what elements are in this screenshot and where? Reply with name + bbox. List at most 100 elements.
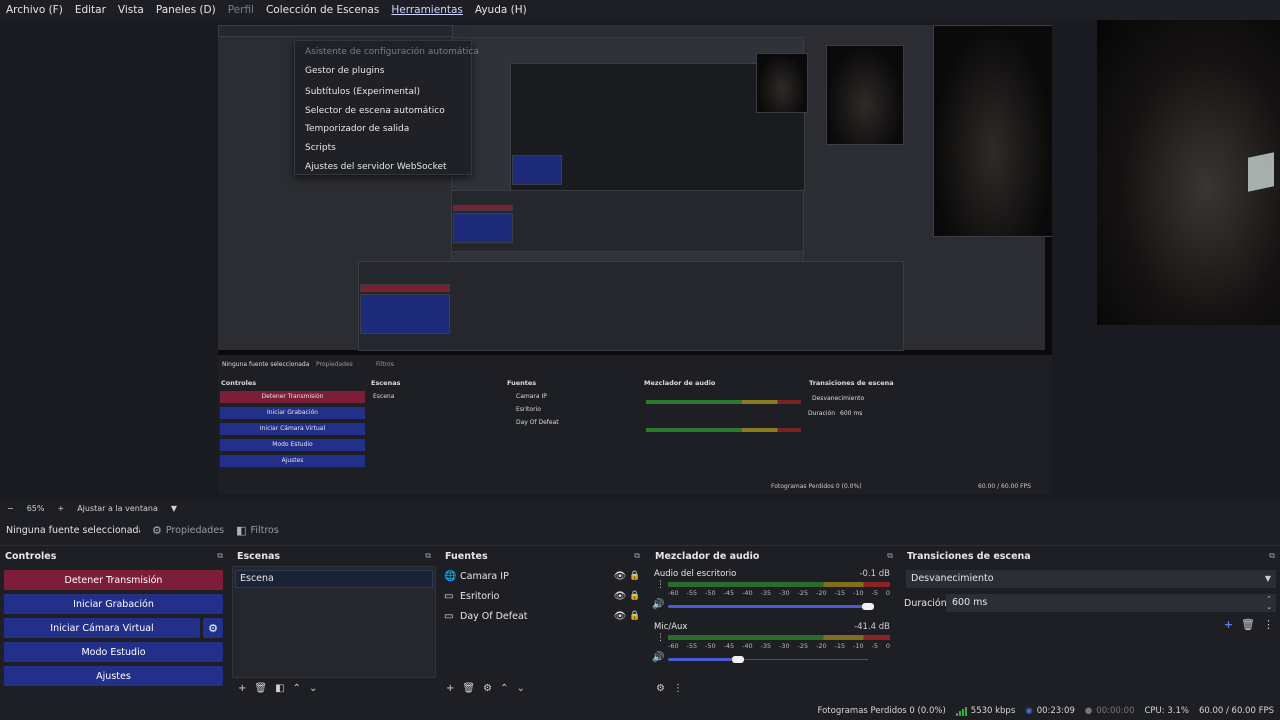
- source-name: Day Of Defeat: [460, 610, 528, 622]
- tick: -10: [853, 642, 864, 650]
- move-up-icon[interactable]: ⌃: [293, 683, 301, 694]
- menu-output-timer[interactable]: Temporizador de salida: [295, 120, 471, 139]
- nested-transition-select: Desvanecimiento: [812, 395, 865, 402]
- scene-item[interactable]: Escena: [235, 570, 433, 588]
- remove-transition-icon[interactable]: 🗑: [1241, 618, 1255, 631]
- studio-mode-button[interactable]: Modo Estudio: [4, 642, 223, 662]
- undock-icon[interactable]: ⧉: [425, 551, 431, 561]
- nested-blue-thumb: [453, 213, 513, 243]
- move-down-icon[interactable]: ⌄: [516, 683, 524, 694]
- virtual-cam-settings-button[interactable]: ⚙: [203, 618, 223, 638]
- menu-plugin-manager[interactable]: Gestor de plugins: [295, 62, 471, 81]
- menu-archivo[interactable]: Archivo (F): [0, 0, 69, 20]
- move-down-icon[interactable]: ⌄: [309, 683, 317, 694]
- duration-value: 600 ms: [952, 597, 988, 608]
- fader-knob[interactable]: [862, 603, 874, 610]
- menu-paneles[interactable]: Paneles (D): [150, 0, 222, 20]
- scenes-list[interactable]: Escena: [232, 566, 436, 678]
- add-transition-icon[interactable]: +: [1224, 618, 1233, 631]
- transition-select[interactable]: Desvanecimiento ▼: [906, 570, 1276, 588]
- start-record-button[interactable]: Iniciar Grabación: [4, 594, 223, 614]
- speaker-icon[interactable]: 🔊: [652, 652, 664, 663]
- start-virtual-cam-button[interactable]: Iniciar Cámara Virtual: [4, 618, 200, 638]
- nested-stop-stream: Detener Transmisión: [220, 391, 365, 403]
- nested-scene-item: Escena: [373, 393, 395, 400]
- visibility-eye-icon[interactable]: 👁: [611, 611, 629, 622]
- source-name: Esritorio: [460, 590, 500, 602]
- transition-actions: + 🗑 ⋮: [1224, 618, 1274, 631]
- properties-button[interactable]: ⚙ Propiedades: [152, 524, 224, 537]
- remove-scene-icon[interactable]: 🗑: [254, 683, 267, 694]
- menu-scene-switcher[interactable]: Selector de escena automático: [295, 102, 471, 121]
- nested-settings: Ajustes: [220, 455, 365, 467]
- menu-websocket-settings[interactable]: Ajustes del servidor WebSocket: [295, 158, 471, 177]
- nested-sources-title: Fuentes: [507, 379, 537, 387]
- menu-captions[interactable]: Subtítulos (Experimental): [295, 83, 471, 102]
- nested-red-thumb: [453, 205, 513, 211]
- menu-auto-config-wizard[interactable]: Asistente de configuración automática: [295, 43, 479, 62]
- lock-icon[interactable]: 🔒: [629, 571, 641, 581]
- menu-perfil[interactable]: Perfil: [222, 0, 260, 20]
- remove-source-icon[interactable]: 🗑: [462, 683, 475, 694]
- nested-status-dropped: Fotogramas Perdidos 0 (0.0%): [771, 483, 862, 490]
- move-up-icon[interactable]: ⌃: [500, 683, 508, 694]
- zoom-out-button[interactable]: −: [7, 504, 14, 513]
- source-row[interactable]: ▭ Esritorio 👁 🔒: [444, 588, 641, 604]
- undock-icon[interactable]: ⧉: [887, 551, 893, 561]
- preview-area[interactable]: Ninguna fuente seleccionada Propiedades …: [0, 20, 1280, 500]
- visibility-eye-icon[interactable]: 👁: [611, 571, 629, 582]
- stop-stream-button[interactable]: Detener Transmisión: [4, 570, 223, 590]
- fps: 60.00 / 60.00 FPS: [1198, 706, 1274, 716]
- mixer-menu-icon[interactable]: ⋮: [673, 683, 683, 694]
- settings-button[interactable]: Ajustes: [4, 666, 223, 686]
- add-scene-icon[interactable]: +: [238, 683, 246, 694]
- transition-menu-icon[interactable]: ⋮: [1263, 618, 1274, 631]
- menu-ayuda[interactable]: Ayuda (H): [469, 0, 533, 20]
- zoom-dropdown-arrow[interactable]: ▼: [171, 504, 177, 513]
- fader-knob[interactable]: [732, 656, 744, 663]
- lock-icon[interactable]: 🔒: [629, 591, 641, 601]
- spin-down-icon[interactable]: ⌄: [1266, 603, 1272, 611]
- tools-menu-dropdown: Asistente de configuración automática Ge…: [294, 40, 479, 177]
- channel-menu-icon[interactable]: ⋮: [656, 580, 665, 590]
- filters-button[interactable]: ◧ Filtros: [236, 524, 279, 537]
- source-row[interactable]: ▭ Day Of Defeat 👁 🔒: [444, 608, 641, 624]
- menu-vista[interactable]: Vista: [112, 0, 150, 20]
- advanced-audio-icon[interactable]: ⚙: [656, 683, 665, 694]
- source-properties-icon[interactable]: ⚙: [483, 683, 492, 694]
- menu-coleccion-escenas[interactable]: Colección de Escenas: [260, 0, 385, 20]
- visibility-eye-icon[interactable]: 👁: [611, 591, 629, 602]
- undock-icon[interactable]: ⧉: [217, 551, 223, 561]
- scene-filters-icon[interactable]: ◧: [275, 683, 284, 694]
- nested-duration-label: Duración: [808, 410, 836, 417]
- sources-dock: Fuentes ⧉ 🌐 Camara IP 👁 🔒 ▭ Esritorio 👁 🔒…: [440, 548, 645, 698]
- lock-icon[interactable]: 🔒: [629, 611, 641, 621]
- tick: -50: [705, 589, 716, 597]
- duration-input[interactable]: 600 ms ⌃ ⌄: [946, 594, 1276, 612]
- speaker-icon[interactable]: 🔊: [652, 599, 664, 610]
- transition-selected: Desvanecimiento: [911, 573, 994, 584]
- tick: -60: [668, 589, 679, 597]
- tick: -55: [686, 589, 698, 597]
- zoom-in-button[interactable]: +: [57, 504, 64, 513]
- menu-herramientas[interactable]: Herramientas: [385, 0, 469, 20]
- add-source-icon[interactable]: +: [446, 683, 454, 694]
- nested-source-3: Day Of Defeat: [516, 419, 559, 426]
- nested-transitions-title: Transiciones de escena: [809, 379, 894, 387]
- sources-list[interactable]: 🌐 Camara IP 👁 🔒 ▭ Esritorio 👁 🔒 ▭ Day Of…: [440, 566, 645, 678]
- camera-source-preview[interactable]: [1097, 20, 1280, 325]
- volume-fader-desktop[interactable]: [668, 605, 868, 608]
- meter-scale: -60 -55 -50 -45 -40 -35 -30 -25 -20 -15 -10 -5 0: [668, 589, 890, 597]
- channel-db-mic: -41.4 dB: [854, 622, 890, 632]
- menu-scripts[interactable]: Scripts: [295, 139, 471, 158]
- undock-icon[interactable]: ⧉: [1269, 551, 1275, 561]
- zoom-level: 65%: [26, 503, 45, 513]
- channel-menu-icon[interactable]: ⋮: [656, 633, 665, 643]
- spin-up-icon[interactable]: ⌃: [1266, 595, 1272, 603]
- signal-icon: [955, 706, 967, 716]
- volume-fader-mic[interactable]: [668, 658, 738, 661]
- undock-icon[interactable]: ⧉: [634, 551, 640, 561]
- source-row[interactable]: 🌐 Camara IP 👁 🔒: [444, 568, 641, 584]
- menu-editar[interactable]: Editar: [69, 0, 112, 20]
- properties-label: Propiedades: [165, 525, 225, 536]
